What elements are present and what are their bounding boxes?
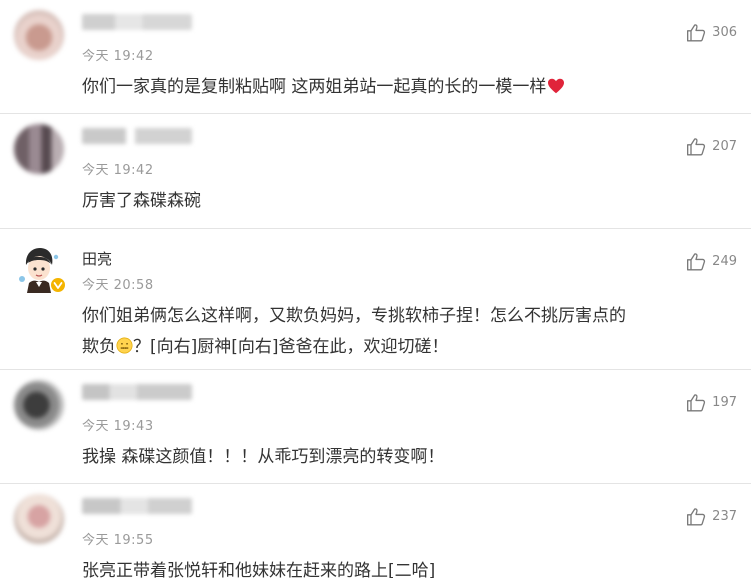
- comment-item: 今天 19:42 你们一家真的是复制粘贴啊 这两姐弟站一起真的长的一模一样 30…: [0, 0, 751, 114]
- like-count: 237: [712, 508, 737, 524]
- username[interactable]: 田亮: [82, 248, 112, 269]
- avatar[interactable]: [14, 380, 64, 430]
- comment-time: 今天 19:55: [82, 533, 154, 548]
- comment-text: 你们一家真的是复制粘贴啊 这两姐弟站一起真的长的一模一样: [82, 72, 737, 103]
- comment-time: 今天 20:58: [82, 278, 154, 293]
- avatar[interactable]: [14, 10, 64, 60]
- comment-item: 今天 19:55 张亮正带着张悦轩和他妹妹在赶来的路上[二哈] 237: [0, 484, 751, 578]
- comment-item: 今天 19:43 我操 森碟这颜值！！！从乖巧到漂亮的转变啊！ 197: [0, 370, 751, 484]
- zipper-mouth-face-icon: [116, 337, 133, 354]
- like-count: 207: [712, 138, 737, 154]
- username[interactable]: [82, 498, 192, 514]
- avatar[interactable]: [14, 243, 66, 293]
- heart-icon: [548, 78, 565, 94]
- username[interactable]: [82, 128, 192, 144]
- like-button[interactable]: 306: [686, 22, 737, 42]
- like-count: 197: [712, 394, 737, 410]
- thumbs-up-icon: [687, 137, 706, 155]
- comment-item: 田亮 今天 20:58 你们姐弟俩怎么这样啊，又欺负妈妈，专挑软柿子捏！怎么不挑…: [0, 229, 751, 370]
- comment-text: 张亮正带着张悦轩和他妹妹在赶来的路上[二哈]: [82, 561, 436, 578]
- comment-text: 你们姐弟俩怎么这样啊，又欺负妈妈，专挑软柿子捏！怎么不挑厉害点的 欺负 ？[向右]…: [82, 306, 626, 357]
- comment-time: 今天 19:42: [82, 163, 154, 178]
- like-button[interactable]: 237: [686, 506, 737, 526]
- thumbs-up-icon: [687, 393, 706, 411]
- comment-text: 厉害了森碟森碗: [82, 191, 201, 211]
- like-count: 249: [712, 253, 737, 269]
- thumbs-up-icon: [687, 252, 706, 271]
- thumbs-up-icon: [687, 23, 706, 41]
- like-count: 306: [712, 24, 737, 40]
- like-button[interactable]: 207: [686, 136, 737, 156]
- comment-time: 今天 19:42: [82, 49, 154, 64]
- comment-text: 我操 森碟这颜值！！！从乖巧到漂亮的转变啊！: [82, 447, 445, 467]
- like-button[interactable]: 249: [686, 251, 737, 271]
- comment-item: 今天 19:42 厉害了森碟森碗 207: [0, 114, 751, 229]
- verified-badge-icon: [50, 277, 66, 293]
- like-button[interactable]: 197: [686, 392, 737, 412]
- avatar[interactable]: [14, 494, 64, 544]
- avatar[interactable]: [14, 124, 64, 174]
- comment-time: 今天 19:43: [82, 419, 154, 434]
- username[interactable]: [82, 384, 192, 400]
- thumbs-up-icon: [687, 507, 706, 525]
- username[interactable]: [82, 14, 192, 30]
